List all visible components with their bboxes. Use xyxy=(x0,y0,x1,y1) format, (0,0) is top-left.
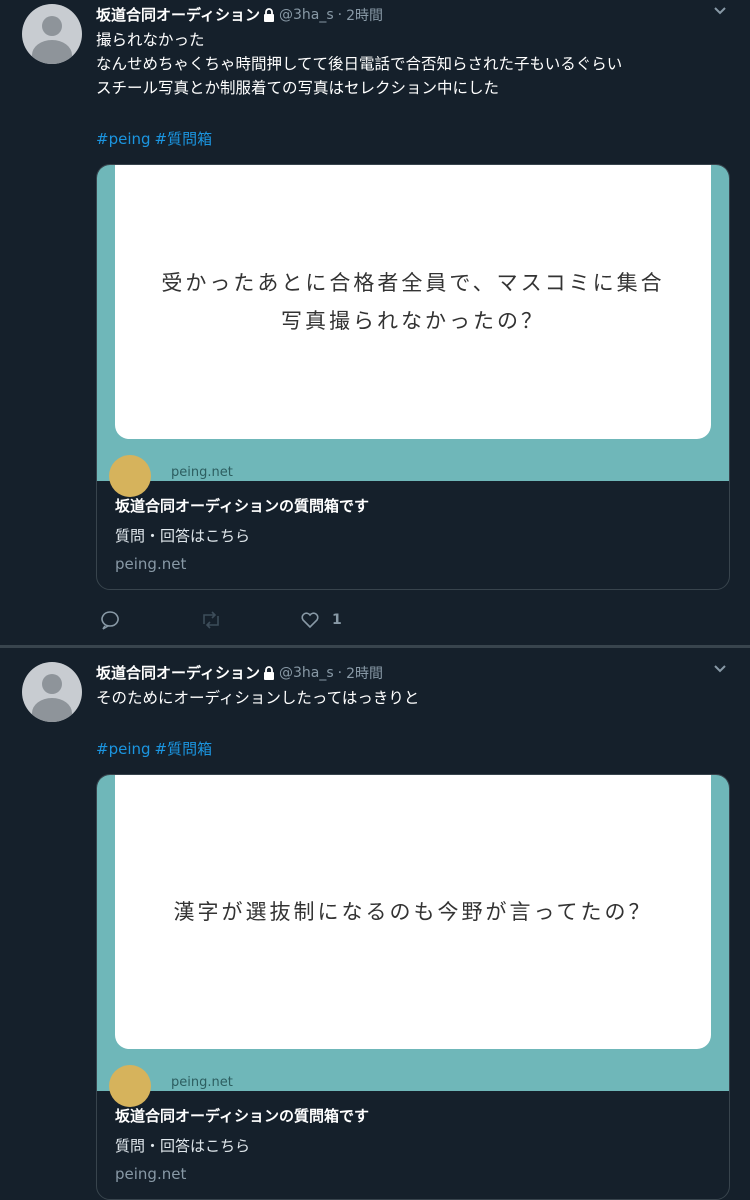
separator-dot: · xyxy=(337,664,343,681)
card-title: 坂道合同オーディションの質問箱です xyxy=(115,1107,369,1125)
avatar-head xyxy=(42,674,62,694)
question-line: 漢字が選抜制になるのも今野が言ってたの？ xyxy=(173,900,653,924)
tweet-text: そのためにオーディションしたってはっきりと xyxy=(96,686,726,710)
card-image: 漢字が選抜制になるのも今野が言ってたの？ peing.net xyxy=(97,775,729,1107)
avatar[interactable] xyxy=(22,662,82,722)
lock-icon xyxy=(263,665,275,680)
display-name[interactable]: 坂道合同オーディション xyxy=(96,662,260,683)
tweet-text-line: そのためにオーディションしたってはっきりと xyxy=(96,689,420,707)
link-card[interactable]: 漢字が選抜制になるのも今野が言ってたの？ peing.net 坂道合同オーディシ… xyxy=(96,774,730,1200)
chevron-down-icon[interactable] xyxy=(712,660,728,680)
hashtag-link[interactable]: #peing xyxy=(96,740,151,758)
card-info: 坂道合同オーディションの質問箱です 質問・回答はこちら peing.net xyxy=(97,1091,729,1199)
timestamp[interactable]: 2時間 xyxy=(346,663,383,683)
handle[interactable]: @3ha_s xyxy=(279,665,334,681)
card-image-site: peing.net xyxy=(171,1075,233,1090)
tweet-2[interactable]: 坂道合同オーディション @3ha_s · 2時間 そのためにオーディションしたっ… xyxy=(0,0,750,1200)
card-domain: peing.net xyxy=(115,1165,187,1183)
question-box: 漢字が選抜制になるのも今野が言ってたの？ xyxy=(115,775,711,1049)
tweet-header: 坂道合同オーディション @3ha_s · 2時間 xyxy=(96,662,383,683)
hashtags: #peing #質問箱 xyxy=(96,738,216,759)
avatar-body xyxy=(32,698,72,722)
card-description: 質問・回答はこちら xyxy=(115,1137,251,1155)
hashtag-link[interactable]: #質問箱 xyxy=(155,740,213,758)
